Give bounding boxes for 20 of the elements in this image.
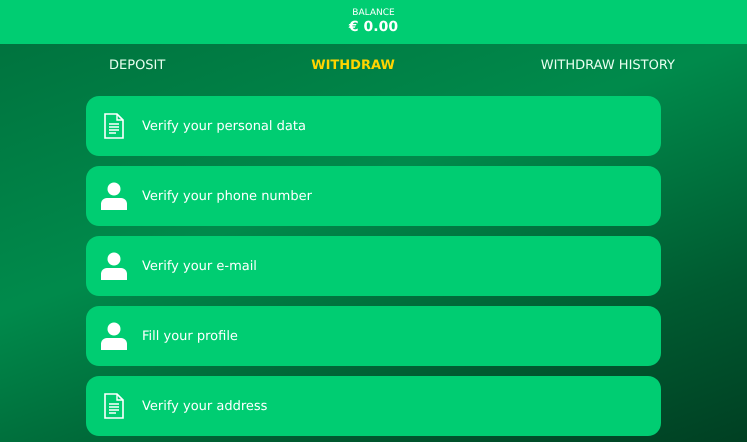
verification-step[interactable]: Verify your address — [86, 376, 661, 436]
tab[interactable]: WITHDRAW HISTORY — [540, 58, 675, 72]
tab[interactable]: DEPOSIT — [109, 58, 166, 72]
person-icon — [101, 182, 127, 210]
verification-step[interactable]: Verify your e-mail — [86, 236, 661, 296]
balance-amount: € 0.00 — [348, 19, 398, 36]
step-label: Fill your profile — [142, 328, 238, 344]
step-label: Verify your address — [142, 398, 268, 414]
balance-label: BALANCE — [352, 8, 395, 19]
step-label: Verify your e-mail — [142, 258, 257, 274]
document-icon — [104, 393, 124, 419]
verification-step[interactable]: Verify your phone number — [86, 166, 661, 226]
tab[interactable]: WITHDRAW — [311, 58, 395, 72]
step-label: Verify your phone number — [142, 188, 312, 204]
person-icon — [101, 322, 127, 350]
verification-step[interactable]: Verify your personal data — [86, 96, 661, 156]
person-icon — [101, 252, 127, 280]
verification-step[interactable]: Fill your profile — [86, 306, 661, 366]
document-icon — [104, 113, 124, 139]
step-label: Verify your personal data — [142, 118, 306, 134]
